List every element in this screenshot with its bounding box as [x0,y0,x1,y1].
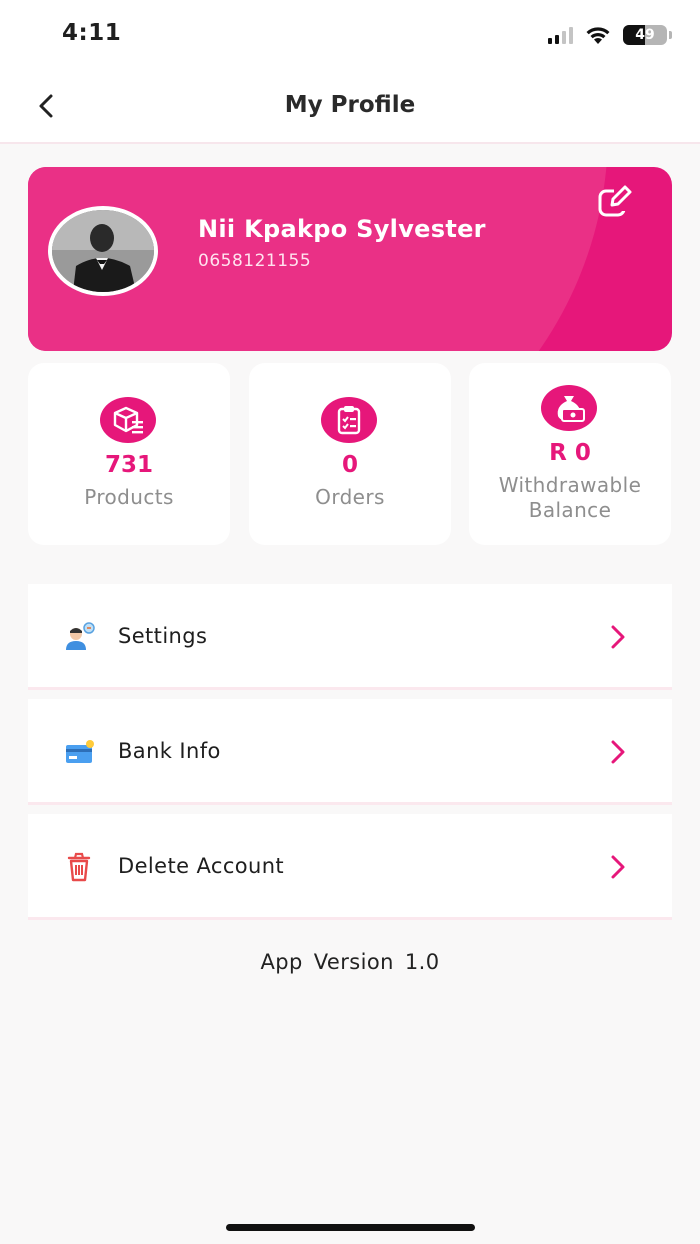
wifi-icon [586,27,610,44]
orders-count: 0 [341,452,358,478]
app-version-value: 1.0 [404,950,440,974]
avatar [48,206,158,296]
products-count: 731 [104,452,153,478]
profile-phone: 0658121155 [198,251,312,271]
cellular-signal-icon [548,26,573,44]
app-version: App Version 1.0 [0,950,700,974]
settings-label: Settings [118,624,208,648]
products-label: Products [84,485,174,509]
profile-card: Nii Kpakpo Sylvester 0658121155 [28,167,672,351]
delete-account-label: Delete Account [118,854,285,878]
clipboard-icon [321,397,377,443]
edit-icon [598,185,632,217]
orders-label: Orders [315,485,385,509]
status-time: 4:11 [62,20,122,46]
stat-card-balance[interactable]: R 0 Withdrawable Balance [469,363,671,545]
battery-percent: 49 [635,27,655,43]
chevron-right-icon [611,740,625,764]
balance-value: R 0 [549,440,591,466]
battery-icon: 49 [623,25,667,45]
chevron-right-icon [611,855,625,879]
app-version-label: App Version [260,950,394,974]
money-bag-icon [541,385,597,431]
credit-card-icon [66,740,94,763]
stat-card-orders[interactable]: 0 Orders [249,363,451,545]
menu-item-settings[interactable]: Settings [28,584,672,690]
page-title: My Profile [284,92,416,118]
balance-label-line1: Withdrawable [498,473,642,497]
balance-label: Withdrawable Balance [469,473,671,523]
box-icon [100,397,156,443]
menu-item-delete-account[interactable]: Delete Account [28,814,672,920]
profile-name: Nii Kpakpo Sylvester [198,215,486,243]
chevron-right-icon [611,625,625,649]
user-settings-icon [66,622,95,650]
edit-profile-button[interactable] [596,183,634,221]
home-indicator[interactable] [226,1224,475,1231]
status-bar: 4:11 49 [0,0,700,70]
balance-label-line2: Balance [528,498,612,522]
stat-card-products[interactable]: 731 Products [28,363,230,545]
bank-info-label: Bank Info [118,739,221,763]
menu-item-bank-info[interactable]: Bank Info [28,699,672,805]
trash-icon [67,852,91,882]
status-icons: 49 [548,24,672,46]
app-header: My Profile [0,70,700,144]
